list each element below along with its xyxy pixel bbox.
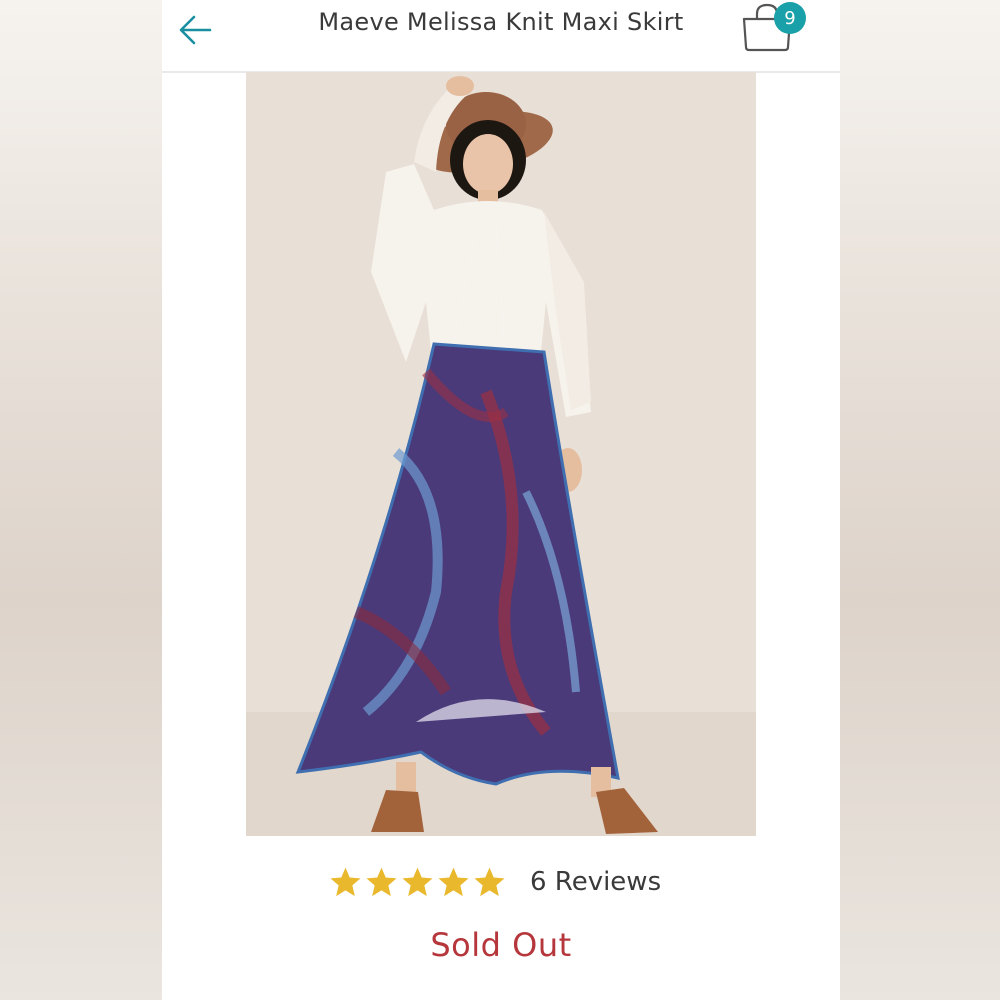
top-bar: Maeve Melissa Knit Maxi Skirt 9 bbox=[162, 0, 840, 73]
model-photo-icon bbox=[246, 72, 756, 836]
star-icon bbox=[402, 867, 433, 896]
back-button[interactable] bbox=[176, 12, 216, 48]
star-icon bbox=[330, 867, 361, 896]
page-title: Maeve Melissa Knit Maxi Skirt bbox=[318, 8, 684, 36]
bag-count-badge: 9 bbox=[774, 2, 806, 34]
star-icon bbox=[438, 867, 469, 896]
star-icon bbox=[366, 867, 397, 896]
reviews-link[interactable]: 6 Reviews bbox=[530, 867, 661, 897]
rating-row[interactable]: 6 Reviews bbox=[328, 862, 661, 902]
arrow-left-icon bbox=[179, 15, 212, 45]
star-icon bbox=[474, 867, 505, 896]
left-background bbox=[0, 0, 162, 1000]
product-image[interactable] bbox=[246, 72, 756, 836]
right-background bbox=[840, 0, 1000, 1000]
sold-out-label: Sold Out bbox=[430, 926, 572, 964]
app-screen: Maeve Melissa Knit Maxi Skirt 9 6 Review… bbox=[162, 0, 840, 1000]
